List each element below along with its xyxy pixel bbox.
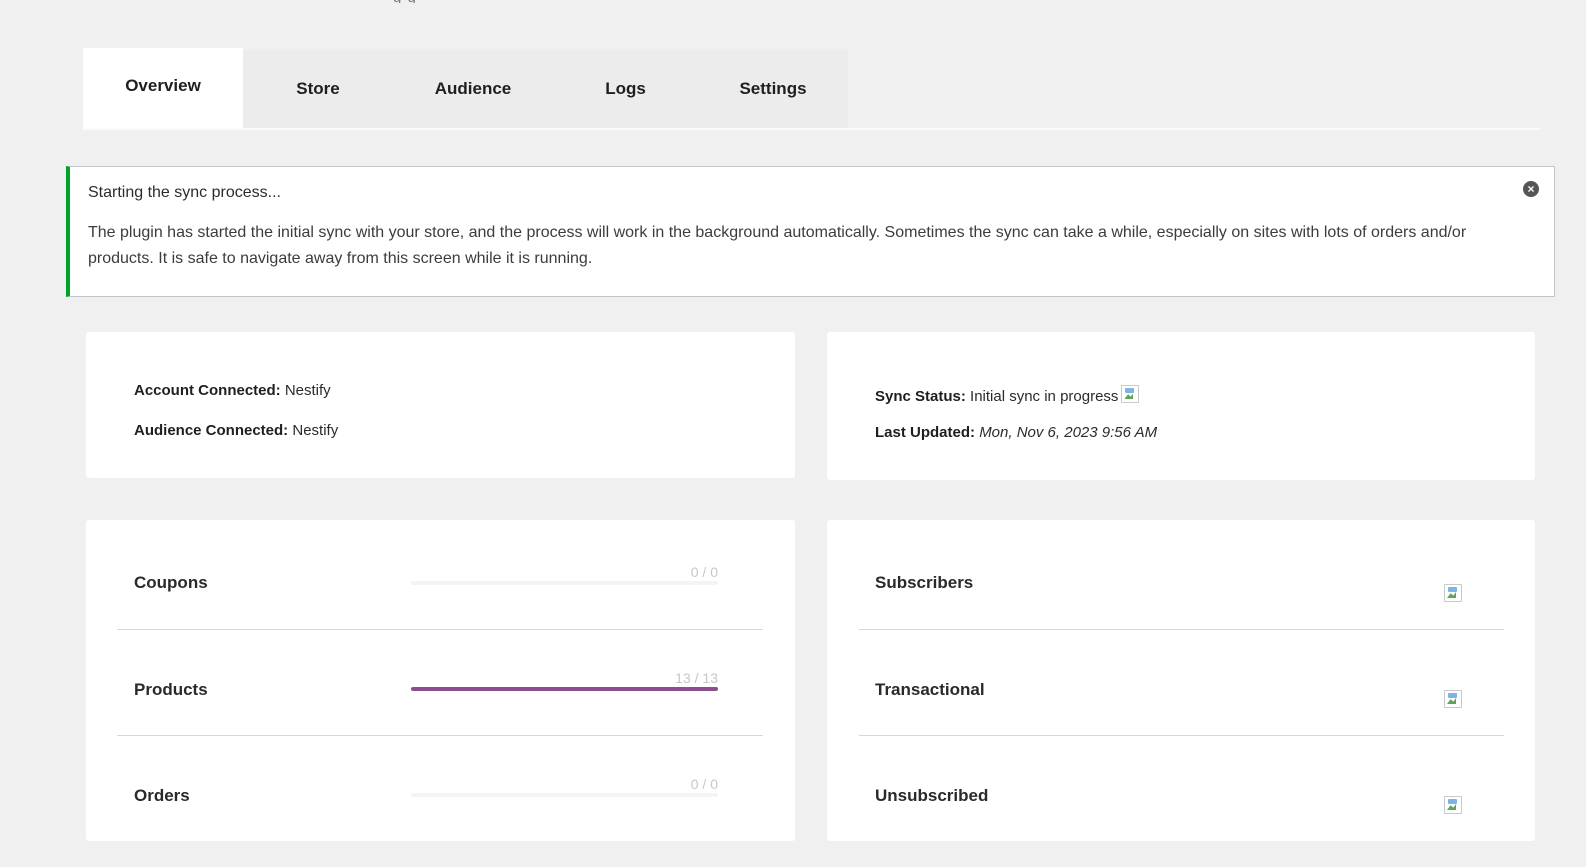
- tab-bar: Overview Store Audience Logs Settings: [83, 48, 1540, 130]
- account-label: Account Connected:: [134, 382, 281, 399]
- products-label: Products: [134, 680, 208, 699]
- coupons-count: 0 / 0: [690, 564, 718, 580]
- row-divider: [117, 735, 763, 736]
- tab-overview[interactable]: Overview: [83, 48, 243, 129]
- audience-label: Audience Connected:: [134, 422, 289, 439]
- tab-label: Overview: [125, 75, 201, 95]
- coupons-progress-bar: [411, 581, 718, 585]
- transactional-image-icon: [1444, 690, 1462, 708]
- transactional-label: Transactional: [875, 680, 985, 699]
- orders-progress-bar: [411, 793, 718, 797]
- sync-status-value: Initial sync in progress: [970, 388, 1119, 405]
- row-divider: [859, 735, 1504, 736]
- tab-label: Audience: [434, 79, 512, 98]
- tab-logs[interactable]: Logs: [553, 50, 698, 128]
- subscribers-image-icon: [1444, 584, 1462, 602]
- orders-count: 0 / 0: [690, 776, 718, 792]
- orders-label: Orders: [134, 786, 190, 805]
- coupons-label: Coupons: [134, 573, 208, 592]
- sync-notice: Starting the sync process... The plugin …: [66, 166, 1555, 297]
- unsubscribed-label: Unsubscribed: [875, 786, 989, 805]
- last-updated-value: Mon, Nov 6, 2023 9:56 AM: [979, 424, 1158, 441]
- sync-spinner-icon: [1121, 385, 1140, 403]
- tab-label: Logs: [605, 79, 646, 98]
- last-updated: Last Updated: Mon, Nov 6, 2023 9:56 AM: [875, 424, 1157, 441]
- tab-store[interactable]: Store: [243, 50, 393, 128]
- row-divider: [117, 629, 763, 630]
- account-card: Account Connected: Nestify Audience Conn…: [86, 332, 795, 478]
- row-divider: [859, 629, 1504, 630]
- products-progress-fill: [411, 687, 718, 691]
- tab-label: Settings: [739, 79, 807, 98]
- sync-status-card: Sync Status: Initial sync in progress La…: [827, 332, 1535, 480]
- subscribers-label: Subscribers: [875, 573, 974, 592]
- unsubscribed-image-icon: [1444, 796, 1462, 814]
- tab-settings[interactable]: Settings: [698, 50, 848, 128]
- audience-connected: Audience Connected: Nestify: [134, 422, 338, 439]
- notice-title: Starting the sync process...: [88, 184, 281, 201]
- sync-status-label: Sync Status:: [875, 388, 966, 405]
- last-updated-label: Last Updated:: [875, 424, 976, 441]
- tabs-divider: [83, 128, 1540, 130]
- sync-items-card: Coupons 0 / 0 Products 13 / 13 Orders 0 …: [86, 520, 795, 841]
- notice-text: The plugin has started the initial sync …: [88, 224, 1467, 267]
- products-progress-bar: [411, 687, 718, 691]
- audience-value: Nestify: [292, 422, 339, 439]
- tab-label: Store: [296, 79, 340, 98]
- page-subtitle-cut: g g: [393, 0, 723, 3]
- products-count: 13 / 13: [675, 670, 718, 686]
- account-connected: Account Connected: Nestify: [134, 382, 331, 399]
- close-icon[interactable]: ×: [1523, 181, 1539, 197]
- account-value: Nestify: [284, 382, 331, 399]
- audience-stats-card: Subscribers Transactional Unsubscribed: [827, 520, 1535, 841]
- sync-status: Sync Status: Initial sync in progress: [875, 385, 1140, 405]
- tab-audience[interactable]: Audience: [393, 50, 553, 128]
